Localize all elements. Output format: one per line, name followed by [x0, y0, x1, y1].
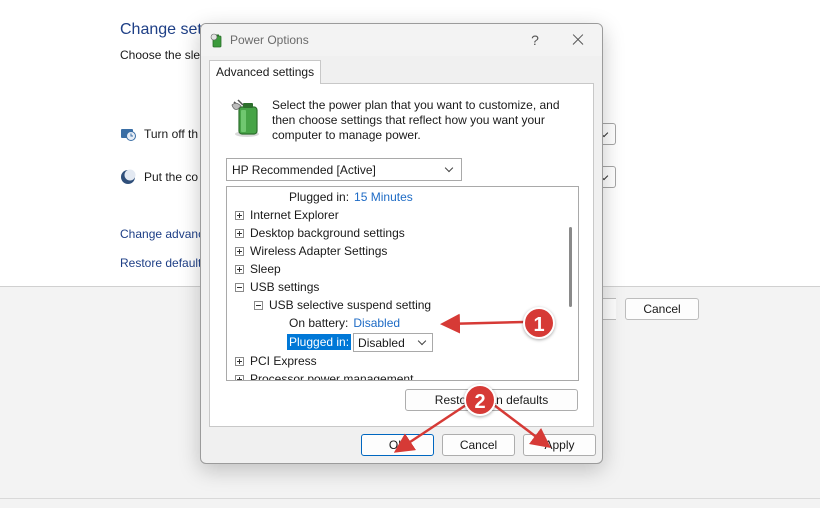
intro-text: Select the power plan that you want to c… [272, 98, 560, 142]
annotation-badge-2: 2 [464, 384, 496, 416]
plugged-in-selected-label: Plugged in: [287, 334, 352, 350]
tree-item-processor-power[interactable]: Processor power management [235, 370, 414, 381]
plugged-in-select-value: Disabled [358, 335, 405, 350]
settings-tree[interactable]: Plugged in: 15 Minutes Internet Explorer… [226, 186, 579, 381]
tree-item-desktop-background[interactable]: Desktop background settings [235, 224, 405, 242]
power-plan-select[interactable]: HP Recommended [Active] [226, 158, 462, 181]
tab-advanced-settings[interactable]: Advanced settings [209, 60, 322, 84]
scrollbar-thumb[interactable] [569, 227, 572, 307]
expand-icon[interactable] [235, 246, 244, 256]
tree-item-usb-selective-suspend[interactable]: USB selective suspend setting [254, 296, 431, 314]
plugged-in-value-link[interactable]: 15 Minutes [354, 190, 413, 204]
dialog-title: Power Options [230, 33, 309, 47]
plugged-in-label: Plugged in: [289, 190, 350, 204]
power-options-dialog: Power Options ? Advanced settings Select… [200, 23, 603, 464]
collapse-icon[interactable] [254, 300, 263, 310]
tree-item-label: Sleep [250, 262, 281, 276]
tree-item-label: USB settings [250, 280, 320, 294]
tree-item-wireless-adapter[interactable]: Wireless Adapter Settings [235, 242, 387, 260]
turn-off-display-row: Turn off th [120, 126, 198, 142]
ok-button[interactable]: OK [361, 434, 434, 456]
close-icon[interactable] [567, 30, 589, 50]
plugged-in-row-selected[interactable]: Plugged in: Disabled [287, 332, 434, 352]
tree-item-label: Desktop background settings [250, 226, 405, 240]
annotation-badge-1: 1 [523, 307, 555, 339]
tree-item-pci-express[interactable]: PCI Express [235, 352, 317, 370]
tree-scrollbar[interactable] [564, 187, 578, 380]
turn-off-display-label: Turn off th [144, 127, 199, 141]
expand-icon[interactable] [235, 210, 244, 220]
expand-icon[interactable] [235, 228, 244, 238]
power-plan-value: HP Recommended [Active] [232, 163, 376, 177]
cancel-button[interactable]: Cancel [442, 434, 515, 456]
tree-item-label: Wireless Adapter Settings [250, 244, 388, 258]
change-advanced-settings-link[interactable]: Change advanc [120, 227, 204, 241]
tree-item-label: Processor power management [250, 372, 414, 381]
tree-item-usb-settings[interactable]: USB settings [235, 278, 319, 296]
battery-plug-icon [231, 99, 259, 137]
tree-item-label: Internet Explorer [250, 208, 339, 222]
divider [0, 498, 820, 499]
advanced-settings-panel: Select the power plan that you want to c… [209, 83, 594, 427]
put-computer-sleep-row: Put the co [120, 169, 198, 185]
tree-item-label: PCI Express [250, 354, 317, 368]
collapse-icon[interactable] [235, 282, 244, 292]
dialog-titlebar[interactable]: Power Options ? [201, 24, 602, 56]
sleep-moon-icon [121, 169, 136, 184]
tree-item-sleep[interactable]: Sleep [235, 260, 281, 278]
expand-icon[interactable] [235, 356, 244, 366]
chevron-down-icon [417, 336, 427, 345]
restore-default-settings-link[interactable]: Restore default [120, 256, 201, 270]
background-cancel-button[interactable]: Cancel [625, 298, 699, 320]
on-battery-label: On battery: [289, 316, 349, 330]
tree-row[interactable]: Plugged in: 15 Minutes [289, 188, 413, 206]
on-battery-row[interactable]: On battery: Disabled [289, 314, 400, 332]
tree-item-label: USB selective suspend setting [269, 298, 432, 312]
page-title: Change sett [120, 21, 207, 38]
on-battery-value-link[interactable]: Disabled [353, 316, 400, 330]
apply-button[interactable]: Apply [523, 434, 596, 456]
help-button[interactable]: ? [525, 30, 545, 50]
tree-item-internet-explorer[interactable]: Internet Explorer [235, 206, 339, 224]
chevron-down-icon [444, 163, 454, 173]
expand-icon[interactable] [235, 374, 244, 380]
power-options-icon [210, 33, 222, 48]
page-subtitle: Choose the slee [120, 48, 207, 62]
display-timer-icon [121, 129, 136, 141]
expand-icon[interactable] [235, 264, 244, 274]
plugged-in-select[interactable]: Disabled [353, 332, 434, 352]
put-computer-sleep-label: Put the co [144, 170, 199, 184]
